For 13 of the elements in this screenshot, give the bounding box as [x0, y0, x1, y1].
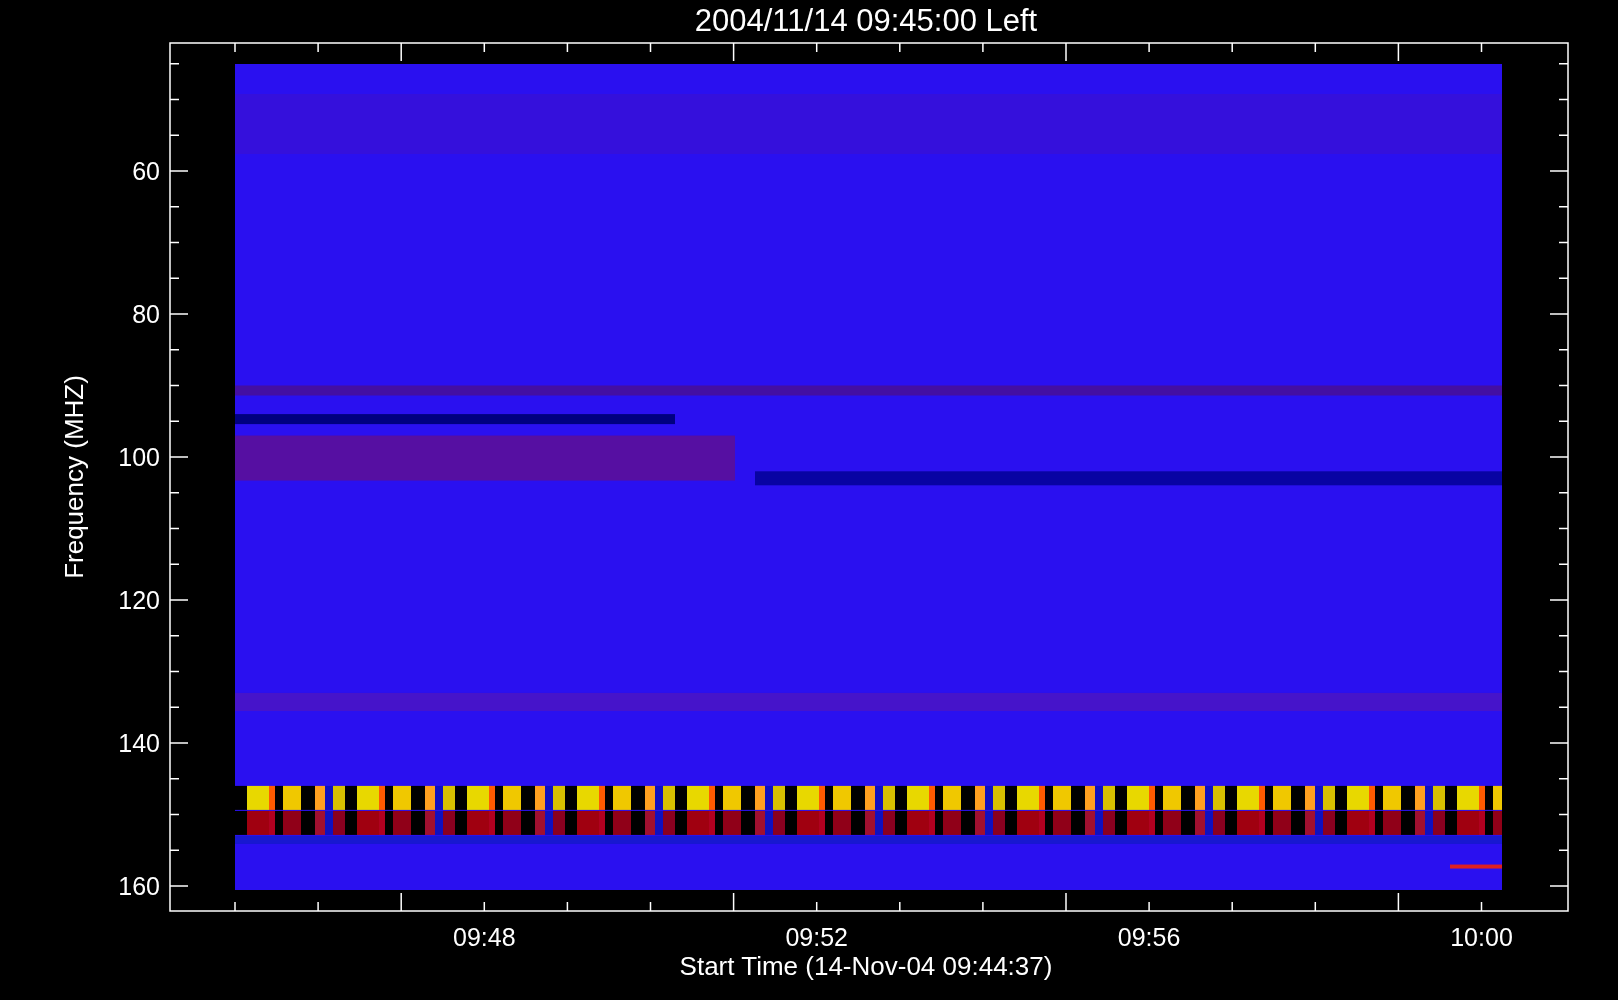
- x-axis-label: Start Time (14-Nov-04 09:44:37): [679, 951, 1053, 981]
- y-tick-label: 80: [132, 300, 160, 328]
- x-tick-label: 10:00: [1450, 923, 1513, 951]
- x-tick-label: 09:52: [785, 923, 848, 951]
- chart-title: 2004/11/14 09:45:00 Left: [694, 3, 1038, 38]
- x-tick-label: 09:56: [1117, 923, 1181, 951]
- y-tick-label: 160: [118, 872, 160, 900]
- y-axis-label: Frequency (MHZ): [59, 375, 89, 579]
- y-tick-label: 100: [118, 443, 160, 471]
- y-tick-label: 120: [118, 586, 160, 614]
- y-tick-label: 60: [132, 157, 160, 185]
- x-tick-label: 09:48: [453, 923, 516, 951]
- y-tick-label: 140: [118, 729, 160, 757]
